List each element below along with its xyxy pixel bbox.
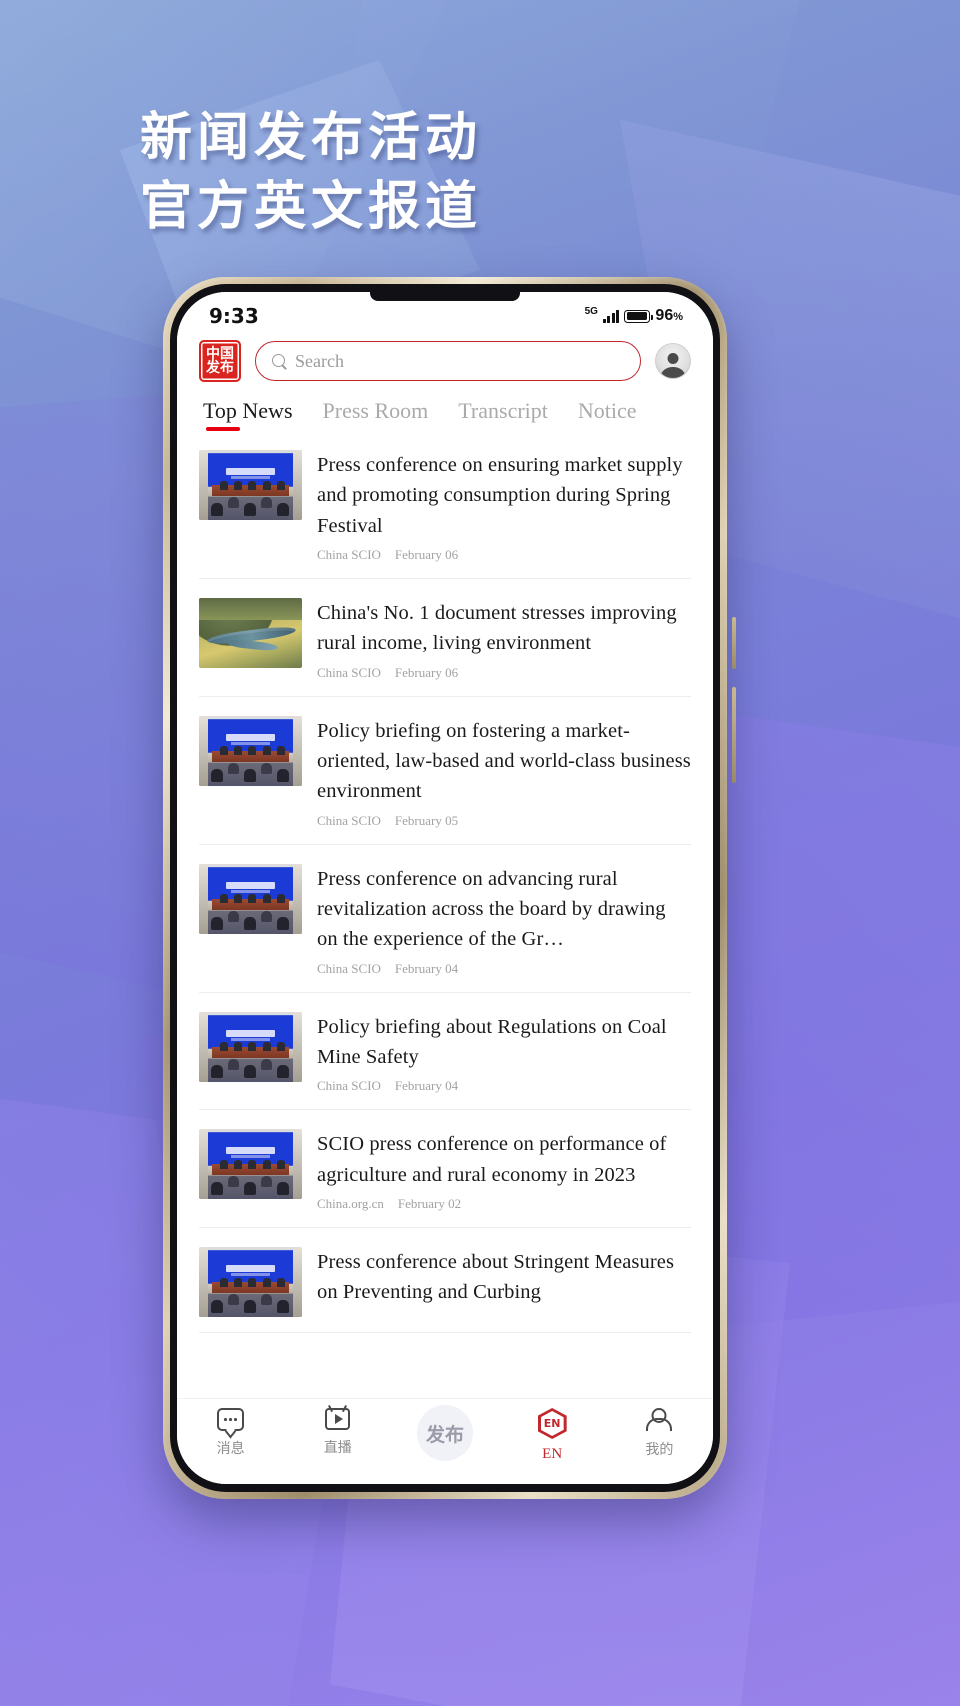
news-meta: China SCIO February 06	[317, 547, 691, 563]
nav-label: 我的	[645, 1442, 674, 1458]
news-content: Press conference on ensuring market supp…	[317, 450, 691, 563]
news-list-item[interactable]: Policy briefing on fostering a market-or…	[199, 697, 691, 845]
news-title[interactable]: Policy briefing about Regulations on Coa…	[317, 1012, 691, 1073]
news-date: February 04	[394, 1078, 459, 1094]
battery-percent-label: 96%	[655, 307, 683, 324]
nav-label: 直播	[323, 1440, 352, 1456]
news-list-item[interactable]: Press conference on ensuring market supp…	[199, 431, 691, 579]
avatar[interactable]	[655, 343, 691, 379]
news-date: February 06	[394, 664, 459, 680]
battery-icon	[624, 309, 653, 323]
news-meta: China SCIO February 06	[317, 665, 691, 681]
news-thumbnail-press-conference	[199, 1246, 302, 1317]
news-title[interactable]: Press conference on ensuring market supp…	[317, 450, 691, 541]
news-thumbnail-press-conference	[199, 1011, 302, 1082]
news-meta: China.org.cn February 02	[317, 1196, 691, 1212]
nav-item-profile[interactable]: 我的	[606, 1408, 713, 1459]
nav-item-publish[interactable]: 发布	[391, 1405, 498, 1461]
search-icon	[272, 353, 287, 369]
nav-label: 消息	[216, 1441, 245, 1457]
news-meta: China SCIO February 04	[317, 961, 691, 977]
news-source: China.org.cn	[317, 1195, 384, 1211]
nav-item-messages[interactable]: 消息	[177, 1408, 284, 1458]
news-source: China SCIO	[317, 960, 381, 976]
news-date: February 06	[394, 546, 459, 562]
news-title[interactable]: Press conference on advancing rural revi…	[317, 864, 691, 955]
news-source: China SCIO	[317, 812, 381, 828]
power-button[interactable]	[732, 687, 736, 783]
phone-screen: 9:33 5G 96% 中国 发布 Search Top News Press …	[177, 292, 713, 1484]
news-content: SCIO press conference on performance of …	[317, 1129, 691, 1212]
search-input[interactable]: Search	[295, 351, 344, 372]
news-title[interactable]: China's No. 1 document stresses improvin…	[317, 598, 691, 659]
status-clock: 9:33	[209, 304, 259, 328]
signal-bars-icon	[602, 309, 620, 323]
news-meta: China SCIO February 05	[317, 813, 691, 829]
live-icon	[325, 1408, 351, 1430]
news-content: Policy briefing on fostering a market-or…	[317, 716, 691, 829]
nav-label: EN	[542, 1446, 563, 1462]
volume-button[interactable]	[732, 617, 736, 669]
news-title[interactable]: Press conference about Stringent Measure…	[317, 1247, 691, 1308]
news-list-item[interactable]: Press conference on advancing rural revi…	[199, 845, 691, 993]
tab-top-news[interactable]: Top News	[203, 398, 293, 431]
news-list-item[interactable]: Policy briefing about Regulations on Coa…	[199, 993, 691, 1111]
network-type-label: 5G	[584, 305, 598, 317]
en-hexagon-icon: EN	[537, 1408, 567, 1439]
news-content: China's No. 1 document stresses improvin…	[317, 598, 691, 681]
phone-bezel: 9:33 5G 96% 中国 发布 Search Top News Press …	[170, 284, 720, 1492]
status-indicators: 5G 96%	[584, 305, 683, 325]
news-source: China SCIO	[317, 1078, 381, 1094]
tab-transcript[interactable]: Transcript	[458, 398, 548, 431]
news-content: Press conference on advancing rural revi…	[317, 864, 691, 977]
tab-notice[interactable]: Notice	[578, 398, 637, 431]
news-content: Press conference about Stringent Measure…	[317, 1247, 691, 1317]
news-date: February 02	[397, 1195, 462, 1211]
news-content: Policy briefing about Regulations on Coa…	[317, 1012, 691, 1095]
news-thumbnail-press-conference	[199, 863, 302, 934]
tab-press-room[interactable]: Press Room	[323, 398, 429, 431]
poster-headline: 新闻发布活动 官方英文报道	[140, 108, 483, 237]
news-list-item[interactable]: Press conference about Stringent Measure…	[199, 1228, 691, 1333]
screen-notch	[370, 292, 520, 301]
publish-icon: 发布	[416, 1405, 473, 1461]
news-title[interactable]: SCIO press conference on performance of …	[317, 1129, 691, 1190]
phone-device-frame: 9:33 5G 96% 中国 发布 Search Top News Press …	[163, 277, 736, 1499]
news-thumbnail-aerial-field	[199, 597, 302, 668]
news-list-item[interactable]: SCIO press conference on performance of …	[199, 1110, 691, 1228]
news-source: China SCIO	[317, 546, 381, 562]
news-thumbnail-press-conference	[199, 1129, 302, 1200]
news-list[interactable]: Press conference on ensuring market supp…	[177, 431, 713, 1398]
logo-line-1: 中国	[206, 345, 234, 362]
app-header: 中国 发布 Search	[177, 334, 713, 392]
nav-item-english[interactable]: EN EN	[499, 1408, 606, 1463]
news-thumbnail-press-conference	[199, 450, 302, 520]
news-meta: China SCIO February 04	[317, 1078, 691, 1094]
news-date: February 04	[394, 960, 459, 976]
news-thumbnail-press-conference	[199, 715, 302, 786]
news-source: China SCIO	[317, 664, 381, 680]
china-scio-logo[interactable]: 中国 发布	[199, 340, 241, 382]
news-list-item[interactable]: China's No. 1 document stresses improvin…	[199, 579, 691, 697]
person-icon	[647, 1408, 672, 1432]
news-title[interactable]: Policy briefing on fostering a market-or…	[317, 716, 691, 807]
news-date: February 05	[394, 812, 459, 828]
message-icon	[217, 1408, 245, 1431]
logo-line-2: 发布	[206, 360, 234, 376]
category-tabs: Top News Press Room Transcript Notice	[177, 392, 713, 431]
nav-item-live[interactable]: 直播	[284, 1408, 391, 1457]
search-bar[interactable]: Search	[255, 341, 641, 381]
bottom-navigation-bar: 消息 直播 发布 EN EN 我的	[177, 1398, 713, 1484]
